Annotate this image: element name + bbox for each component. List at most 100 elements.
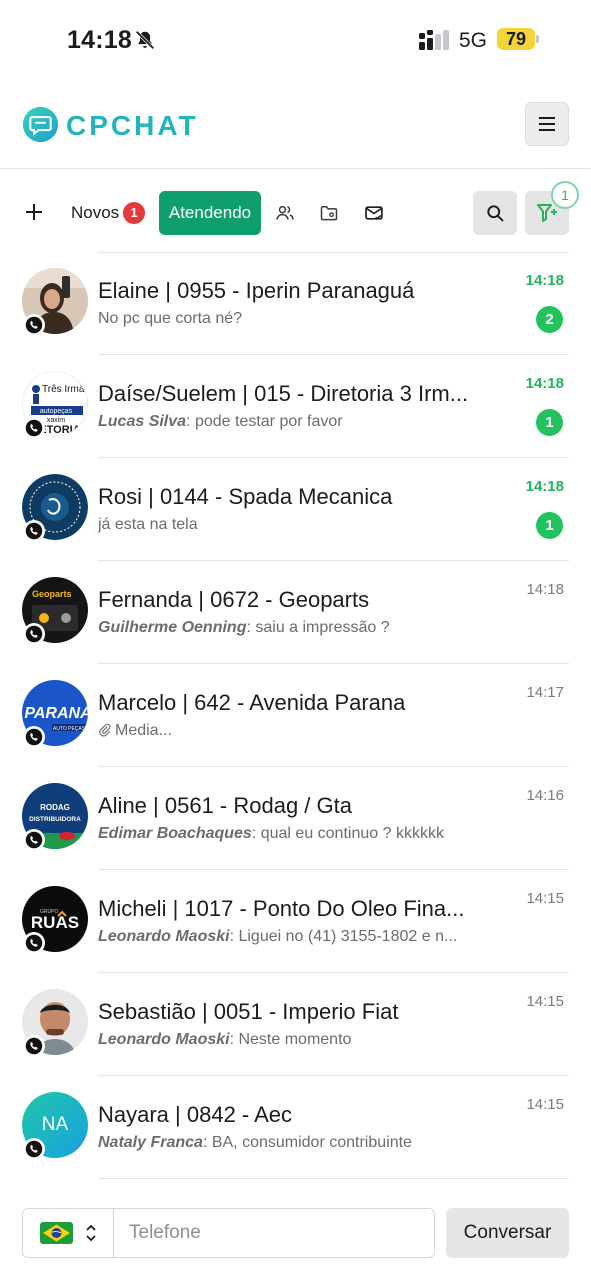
chat-preview: já esta na tela [98,516,468,534]
chat-preview: No pc que corta né? [98,310,468,328]
chat-time: 14:18 [525,478,564,495]
whatsapp-icon [23,726,45,748]
preview-text: No pc que corta né? [98,310,243,327]
chat-name: Fernanda | 0672 - Geoparts [98,587,370,612]
whatsapp-icon [23,1035,45,1057]
folder-icon[interactable] [319,203,339,223]
tab-atendendo[interactable]: Atendendo [159,191,261,235]
start-conversation-button[interactable]: Conversar [446,1208,569,1258]
whatsapp-icon [23,417,45,439]
battery-tip [536,35,539,43]
logo-title: PARANÁ [24,703,88,722]
logo-sub: DISTRIBUIDORA [29,816,81,823]
logo-sub: AUTO PEÇAS [53,726,86,732]
hamburger-icon [539,117,555,131]
new-chat-button[interactable] [22,200,46,224]
chat-name: Daíse/Suelem | 015 - Diretoria 3 Irm... [98,381,469,406]
preview-author: Leonardo Maoski [98,928,230,945]
brand-name: CPCHAT [66,110,199,141]
cpchat-logo-icon [22,106,59,143]
unread-badge: 1 [536,512,563,539]
unread-badge: 2 [536,306,563,333]
whatsapp-icon [23,623,45,645]
preview-author: Leonardo Maoski [98,1031,230,1048]
preview-author: Edimar Boachaques [98,825,252,842]
mail-check-icon[interactable] [364,203,384,223]
chat-time: 14:18 [525,375,564,392]
chat-item[interactable]: Três Irmãos autopeças xaxim RETORIA Daís… [0,355,591,458]
status-bar: 14:18 5G 79 [0,0,591,80]
chat-time: 14:15 [526,890,564,907]
unread-badge: 1 [536,409,563,436]
status-time: 14:18 [67,26,132,54]
chat-item[interactable]: Sebastião | 0051 - Imperio Fiat Leonardo… [0,973,591,1076]
chat-name: Elaine | 0955 - Iperin Paranaguá [98,278,415,303]
chat-name: Rosi | 0144 - Spada Mecanica [98,484,393,509]
chat-time: 14:15 [526,993,564,1010]
chat-preview: Nataly Franca: BA, consumidor contribuin… [98,1134,468,1152]
chat-preview: Media... [98,722,468,740]
chat-time: 14:18 [526,581,564,598]
logo-title: Três Irmãos [42,384,88,395]
preview-author: Guilherme Oenning [98,619,247,636]
chat-name: Micheli | 1017 - Ponto Do Oleo Fina... [98,896,465,921]
bell-muted-icon [135,30,155,50]
preview-text: : pode testar por favor [186,413,343,430]
chat-time: 14:18 [525,272,564,289]
preview-text: : Neste momento [229,1031,352,1048]
network-type: 5G [459,29,488,52]
chevron-updown-icon [86,1224,96,1242]
brazil-flag-icon [40,1222,73,1244]
chat-preview: Guilherme Oenning: saiu a impressão ? [98,619,468,637]
country-select[interactable] [23,1209,114,1257]
phone-input[interactable] [115,1209,433,1257]
chat-list: Elaine | 0955 - Iperin Paranaguá No pc q… [0,252,591,1179]
preview-author: Lucas Silva [98,413,187,430]
preview-text: : qual eu continuo ? kkkkkk [251,825,444,842]
chat-preview: Edimar Boachaques: qual eu continuo ? kk… [98,825,468,843]
signal-icon [419,30,449,50]
app-header: CPCHAT [0,80,591,169]
novos-count-badge: 1 [123,202,145,224]
chat-item[interactable]: NA Nayara | 0842 - Aec Nataly Franca: BA… [0,1076,591,1179]
chat-name: Nayara | 0842 - Aec [98,1102,293,1127]
preview-text: já esta na tela [98,516,198,533]
preview-text: : BA, consumidor contribuinte [202,1134,412,1151]
whatsapp-icon [23,520,45,542]
filter-toolbar: Novos 1 Atendendo 1 [0,170,591,254]
chat-item[interactable]: Rosi | 0144 - Spada Mecanica já esta na … [0,458,591,561]
menu-button[interactable] [525,102,569,146]
whatsapp-icon [23,829,45,851]
plus-icon [26,204,42,220]
chat-name: Sebastião | 0051 - Imperio Fiat [98,999,399,1024]
logo-sub2: xaxim [47,417,65,424]
chat-item[interactable]: Elaine | 0955 - Iperin Paranaguá No pc q… [0,252,591,355]
preview-text: : Liguei no (41) 3155-1802 e n... [229,928,458,945]
chat-item[interactable]: GRUPO RUAS Micheli | 1017 - Ponto Do Ole… [0,870,591,973]
users-icon[interactable] [275,203,295,223]
whatsapp-icon [23,314,45,336]
chat-item[interactable]: RODAG DISTRIBUIDORA Aline | 0561 - Rodag… [0,767,591,870]
preview-text: : saiu a impressão ? [246,619,390,636]
chat-name: Marcelo | 642 - Avenida Parana [98,690,406,715]
logo-sub: autopeças [40,408,73,415]
chat-time: 14:17 [526,684,564,701]
phone-group [22,1208,435,1258]
preview-text: Media... [115,722,172,739]
chat-time: 14:16 [526,787,564,804]
new-conversation-bar: Conversar [0,1208,591,1260]
logo-title: RODAG [40,803,70,812]
chat-item[interactable]: PARANÁ AUTO PEÇAS Marcelo | 642 - Avenid… [0,664,591,767]
logo-title: Geoparts [32,589,72,599]
whatsapp-icon [23,1138,45,1160]
chat-preview: Lucas Silva: pode testar por favor [98,413,468,431]
filter-count-badge: 1 [551,181,579,209]
chat-preview: Leonardo Maoski: Liguei no (41) 3155-180… [98,928,468,946]
search-button[interactable] [473,191,517,235]
tab-novos[interactable]: Novos [71,203,119,223]
chat-time: 14:15 [526,1096,564,1113]
chat-name: Aline | 0561 - Rodag / Gta [98,793,352,818]
chat-item[interactable]: Geoparts Fernanda | 0672 - Geoparts Guil… [0,561,591,664]
preview-author: Nataly Franca [98,1134,203,1151]
attachment-icon [99,723,111,737]
